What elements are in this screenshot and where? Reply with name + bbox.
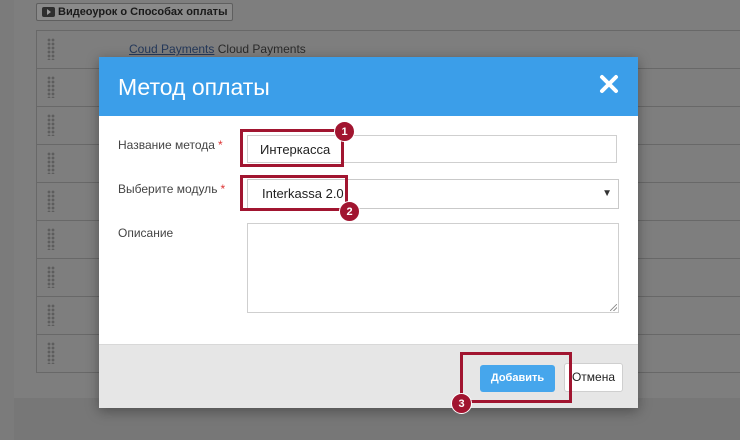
dialog-title: Метод оплаты — [118, 74, 270, 100]
video-tutorial-button[interactable]: Видеоурок о Способах оплаты — [36, 3, 234, 21]
highlight-box-2 — [240, 175, 348, 211]
drag-handle-icon[interactable] — [47, 114, 55, 136]
description-label: Описание — [118, 226, 174, 240]
module-label: Выберите модуль * — [118, 182, 225, 196]
description-textarea[interactable] — [247, 223, 619, 313]
dialog-header: Метод оплаты — [99, 57, 638, 116]
drag-handle-icon[interactable] — [47, 190, 55, 212]
drag-handle-icon[interactable] — [47, 152, 55, 174]
drag-handle-icon[interactable] — [47, 304, 55, 326]
caret-down-icon: ▼ — [602, 188, 612, 199]
drag-handle-icon[interactable] — [47, 76, 55, 98]
close-icon — [600, 75, 618, 93]
annotation-badge-3: 3 — [451, 393, 472, 414]
required-marker: * — [220, 182, 226, 196]
drag-handle-icon[interactable] — [47, 342, 55, 364]
drag-handle-icon[interactable] — [47, 38, 55, 60]
dialog-body: Название метода* Выберите модуль* Interk… — [99, 116, 638, 344]
highlight-box-1 — [240, 129, 344, 167]
method-name-label: Название метода * — [118, 138, 223, 152]
annotation-badge-1: 1 — [334, 121, 355, 142]
drag-handle-icon[interactable] — [47, 266, 55, 288]
close-button[interactable] — [598, 73, 620, 95]
payment-method-name: Cloud Payments — [217, 42, 306, 56]
highlight-box-3 — [460, 352, 572, 403]
method-name-label-text: Название метода — [118, 138, 215, 152]
module-label-text: Выберите модуль — [118, 182, 218, 196]
youtube-icon — [42, 7, 55, 17]
cancel-button[interactable]: Отмена — [564, 363, 623, 392]
row-text: Coud Payments Cloud Payments — [129, 42, 306, 56]
payment-method-link[interactable]: Coud Payments — [129, 42, 214, 56]
required-marker: * — [217, 138, 223, 152]
resize-handle-icon[interactable] — [610, 304, 617, 311]
drag-handle-icon[interactable] — [47, 228, 55, 250]
video-tutorial-label: Видеоурок о Способах оплаты — [58, 6, 228, 18]
annotation-badge-2: 2 — [339, 201, 360, 222]
